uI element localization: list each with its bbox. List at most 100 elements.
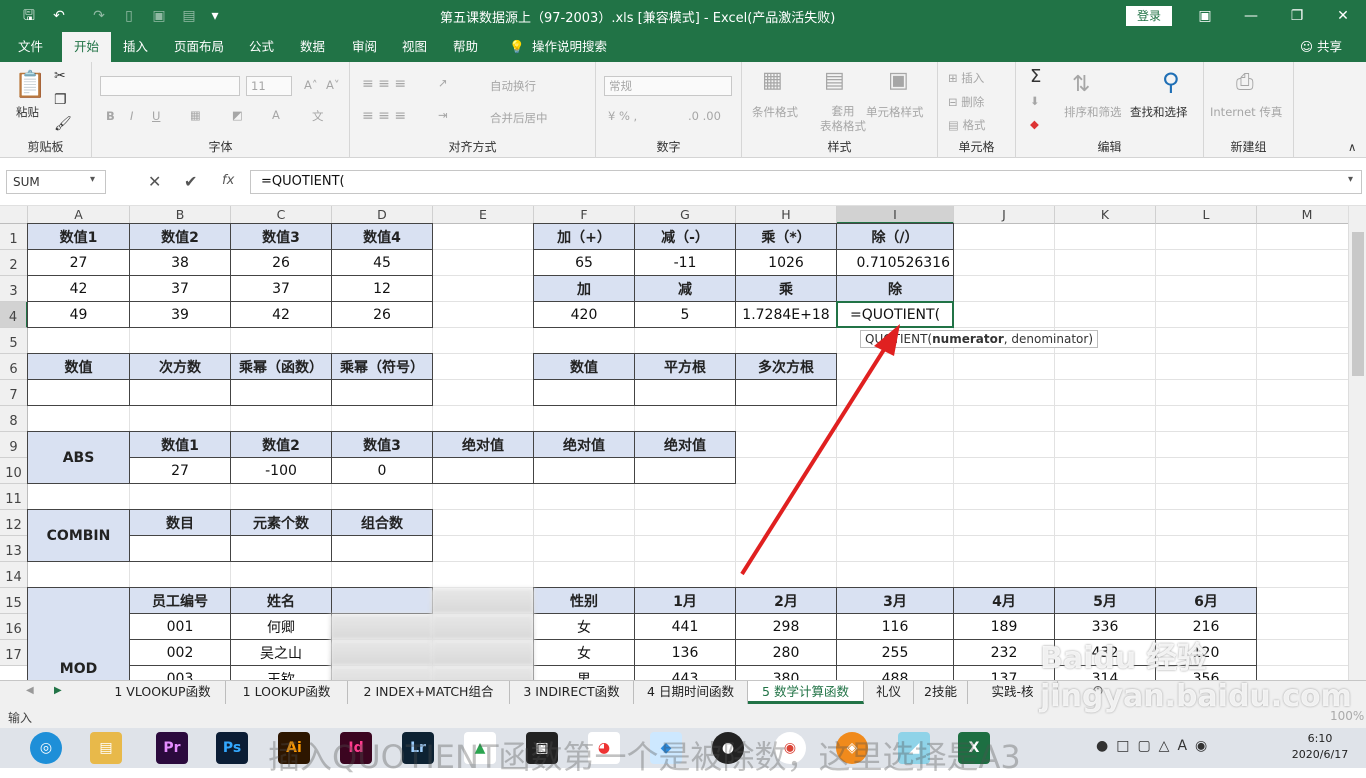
cell-a4[interactable]: 49: [27, 301, 130, 328]
cell-b7[interactable]: [129, 379, 231, 406]
tab-home[interactable]: 开始: [62, 32, 112, 62]
cell-f15[interactable]: 性别: [533, 587, 635, 614]
sheet-tab[interactable]: 礼仪: [864, 681, 914, 704]
format-cells-button[interactable]: ▤ 格式: [948, 117, 986, 133]
column-header[interactable]: J: [954, 206, 1055, 224]
copy-icon[interactable]: ❐: [54, 92, 67, 108]
underline-button[interactable]: U: [152, 109, 160, 123]
cell-c12[interactable]: 元素个数: [230, 509, 332, 536]
tab-help[interactable]: 帮助: [449, 32, 482, 62]
cell-k17[interactable]: 432: [1054, 639, 1156, 666]
row-header[interactable]: 3: [0, 276, 28, 302]
cell-b18[interactable]: 003: [129, 665, 231, 680]
tooltip-function-name[interactable]: QUOTIENT(: [865, 332, 932, 346]
restore-icon[interactable]: ❐: [1282, 4, 1312, 28]
cell-d1[interactable]: 数值4: [331, 223, 433, 250]
column-header[interactable]: B: [130, 206, 231, 224]
internet-fax-button[interactable]: Internet 传真: [1210, 104, 1282, 120]
column-header[interactable]: H: [736, 206, 837, 224]
column-header[interactable]: L: [1156, 206, 1257, 224]
customize-qa-icon[interactable]: ▾: [204, 6, 226, 26]
cell-h3[interactable]: 乘: [735, 275, 837, 302]
cell-a12[interactable]: COMBIN: [27, 509, 130, 562]
cell-h1[interactable]: 乘（*）: [735, 223, 837, 250]
cell-b4[interactable]: 39: [129, 301, 231, 328]
tab-data[interactable]: 数据: [296, 32, 329, 62]
find-select-icon[interactable]: ⚲: [1162, 68, 1180, 96]
preview-icon[interactable]: ▣: [148, 6, 170, 26]
row-header[interactable]: 10: [0, 458, 28, 484]
sheet-tab[interactable]: 4 日期时间函数: [634, 681, 748, 704]
sheet-tab[interactable]: 实践-核: [968, 681, 1058, 704]
new-doc-icon[interactable]: ▯: [118, 6, 140, 26]
vertical-scrollbar[interactable]: [1348, 206, 1366, 680]
table-format-icon[interactable]: ▤: [824, 68, 845, 93]
cell-d15[interactable]: [331, 587, 433, 614]
column-header[interactable]: M: [1257, 206, 1348, 224]
cell-h4[interactable]: 1.7284E+18: [735, 301, 837, 328]
cell-c17[interactable]: 吴之山: [230, 639, 332, 666]
sheet-tab[interactable]: 5 数学计算函数: [748, 681, 864, 704]
row-header[interactable]: 2: [0, 250, 28, 276]
cell-f18[interactable]: 男: [533, 665, 635, 680]
scroll-thumb[interactable]: [1352, 232, 1364, 376]
conditional-format-button[interactable]: 条件格式: [752, 104, 798, 120]
cell-c10[interactable]: -100: [230, 457, 332, 484]
premiere-icon[interactable]: Pr: [156, 732, 188, 764]
cell-i2[interactable]: 0.710526316: [836, 249, 954, 276]
excel-taskbar-icon[interactable]: X: [958, 732, 990, 764]
cell-c13[interactable]: [230, 535, 332, 562]
find-select-button[interactable]: 查找和选择: [1130, 104, 1188, 120]
cell-c15[interactable]: 姓名: [230, 587, 332, 614]
grow-font-icon[interactable]: A˄: [304, 78, 318, 92]
cell-h2[interactable]: 1026: [735, 249, 837, 276]
select-all-corner[interactable]: [0, 206, 28, 224]
row-header[interactable]: 12: [0, 510, 28, 536]
function-tooltip[interactable]: QUOTIENT(numerator, denominator): [860, 330, 1099, 348]
align-left-icon[interactable]: ≡ ≡ ≡: [362, 108, 406, 124]
tab-review[interactable]: 审阅: [348, 32, 381, 62]
prev-sheet-icon[interactable]: ◀: [26, 685, 34, 696]
cell-c18[interactable]: 王钦: [230, 665, 332, 680]
sheet-tab[interactable]: 2 INDEX+MATCH组合: [348, 681, 510, 704]
cell-i17[interactable]: 255: [836, 639, 954, 666]
bold-button[interactable]: B: [106, 109, 115, 123]
cell-g6[interactable]: 平方根: [634, 353, 736, 380]
cell-b3[interactable]: 37: [129, 275, 231, 302]
cell-a1[interactable]: 数值1: [27, 223, 130, 250]
cell-g10[interactable]: [634, 457, 736, 484]
undo-icon[interactable]: ↶: [48, 6, 70, 26]
cell-i3[interactable]: 除: [836, 275, 954, 302]
delete-cells-button[interactable]: ⊟ 删除: [948, 94, 984, 110]
cell-f7[interactable]: [533, 379, 635, 406]
wrap-text-button[interactable]: 自动换行: [490, 78, 536, 94]
cell-e10[interactable]: [432, 457, 534, 484]
cell-c6[interactable]: 乘幂（函数）: [230, 353, 332, 380]
align-top-icon[interactable]: ≡ ≡ ≡: [362, 76, 406, 92]
cell-c9[interactable]: 数值2: [230, 431, 332, 458]
row-header[interactable]: 15: [0, 588, 28, 614]
cell-d7[interactable]: [331, 379, 433, 406]
sheet-tab[interactable]: 1 LOOKUP函数: [226, 681, 348, 704]
cell-g18[interactable]: 443: [634, 665, 736, 680]
cell-f6[interactable]: 数值: [533, 353, 635, 380]
cell-i1[interactable]: 除（/）: [836, 223, 954, 250]
cell-h17[interactable]: 280: [735, 639, 837, 666]
shrink-font-icon[interactable]: A˅: [326, 78, 340, 92]
row-header[interactable]: 7: [0, 380, 28, 406]
cell-g9[interactable]: 绝对值: [634, 431, 736, 458]
autosum-icon[interactable]: Σ: [1030, 66, 1041, 87]
font-color-icon[interactable]: A: [272, 108, 280, 122]
fill-color-icon[interactable]: ◩: [232, 108, 243, 122]
cut-icon[interactable]: ✂: [54, 68, 66, 84]
row-header[interactable]: 11: [0, 484, 28, 510]
collapse-ribbon-icon[interactable]: ∧: [1348, 140, 1356, 154]
tab-page-layout[interactable]: 页面布局: [170, 32, 228, 62]
close-icon[interactable]: ✕: [1328, 4, 1358, 28]
redo-icon[interactable]: ↷: [88, 6, 110, 26]
column-header[interactable]: I: [837, 206, 954, 224]
print-icon[interactable]: ▤: [178, 6, 200, 26]
row-header[interactable]: 16: [0, 614, 28, 640]
formula-input[interactable]: =QUOTIENT(: [250, 170, 1362, 194]
tab-formulas[interactable]: 公式: [245, 32, 278, 62]
